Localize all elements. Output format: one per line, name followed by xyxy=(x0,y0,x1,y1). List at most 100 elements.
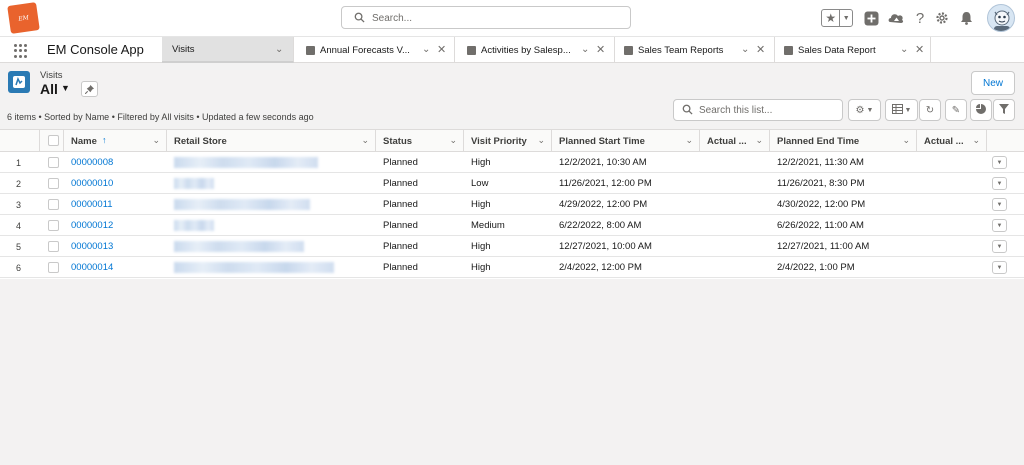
close-icon[interactable]: ✕ xyxy=(437,43,446,56)
redacted-retail-store xyxy=(174,178,214,189)
column-header-planned-start-time[interactable]: Planned Start Time ⌄ xyxy=(552,130,700,152)
close-icon[interactable]: ✕ xyxy=(915,43,924,56)
row-actions-dropdown[interactable]: ▼ xyxy=(992,240,1007,253)
global-search-input[interactable] xyxy=(370,10,620,26)
list-view-selector[interactable]: All xyxy=(40,81,58,97)
close-icon[interactable]: ✕ xyxy=(756,43,765,56)
charts-button[interactable] xyxy=(970,99,992,121)
list-view-info: 6 items • Sorted by Name • Filtered by A… xyxy=(7,112,314,122)
row-actions-dropdown[interactable]: ▼ xyxy=(992,177,1007,190)
row-number: 1 xyxy=(16,158,22,168)
tab-label: Sales Team Reports xyxy=(638,44,724,56)
report-icon xyxy=(784,45,793,55)
chevron-down-icon[interactable]: ⌄ xyxy=(275,44,283,55)
refresh-icon: ↻ xyxy=(925,104,935,116)
planned-start-cell: 4/29/2022, 12:00 PM xyxy=(559,199,648,210)
column-header-planned-end-time[interactable]: Planned End Time ⌄ xyxy=(770,130,917,152)
table-row[interactable]: 5 00000013 Planned High 12/27/2021, 10:0… xyxy=(0,236,1024,257)
chevron-down-icon[interactable]: ⌄ xyxy=(152,135,160,146)
new-button[interactable]: New xyxy=(971,71,1015,95)
global-search[interactable] xyxy=(341,6,631,29)
table-icon xyxy=(891,103,903,117)
visit-name-link[interactable]: 00000011 xyxy=(71,194,113,215)
chevron-down-icon[interactable]: ▼ xyxy=(840,10,852,26)
table-row[interactable]: 6 00000014 Planned High 2/4/2022, 12:00 … xyxy=(0,257,1024,278)
caret-down-icon[interactable]: ▼ xyxy=(61,83,70,93)
chevron-down-icon[interactable]: ⌄ xyxy=(537,135,545,146)
row-actions-dropdown[interactable]: ▼ xyxy=(992,198,1007,211)
visit-name-link[interactable]: 00000014 xyxy=(71,257,113,278)
tab-annual-forecasts[interactable]: Annual Forecasts V... ⌄ ✕ xyxy=(295,37,455,63)
tab-activities-by-salesperson[interactable]: Activities by Salesp... ⌄ ✕ xyxy=(456,37,615,63)
planned-end-cell: 2/4/2022, 1:00 PM xyxy=(777,262,855,273)
refresh-button[interactable]: ↻ xyxy=(919,99,941,121)
row-actions-dropdown[interactable]: ▼ xyxy=(992,261,1007,274)
notifications-bell-icon[interactable] xyxy=(957,9,975,27)
list-search-input[interactable] xyxy=(697,103,837,118)
chevron-down-icon[interactable]: ⌄ xyxy=(902,135,910,146)
org-logo[interactable]: EM xyxy=(7,2,40,34)
visit-name-link[interactable]: 00000012 xyxy=(71,215,113,236)
column-header-name[interactable]: Name ↑ ⌄ xyxy=(64,130,167,152)
filter-button[interactable] xyxy=(993,99,1015,121)
table-row[interactable]: 4 00000012 Planned Medium 6/22/2022, 8:0… xyxy=(0,215,1024,236)
trailhead-icon[interactable] xyxy=(887,9,905,27)
pie-chart-icon xyxy=(976,103,986,117)
row-checkbox[interactable] xyxy=(48,262,59,273)
redacted-retail-store xyxy=(174,220,214,231)
table-row[interactable]: 2 00000010 Planned Low 11/26/2021, 12:00… xyxy=(0,173,1024,194)
help-icon[interactable]: ? xyxy=(911,9,929,27)
row-checkbox[interactable] xyxy=(48,157,59,168)
chevron-down-icon[interactable]: ⌄ xyxy=(685,135,693,146)
chevron-down-icon[interactable]: ⌄ xyxy=(741,44,749,55)
chevron-down-icon: ▼ xyxy=(866,106,874,114)
column-header-visit-priority[interactable]: Visit Priority ⌄ xyxy=(464,130,552,152)
column-header-actual-end-time[interactable]: Actual ... ⌄ xyxy=(917,130,987,152)
edit-list-button[interactable]: ✎ xyxy=(945,99,967,121)
caret-down-icon: ▼ xyxy=(996,159,1003,166)
row-checkbox[interactable] xyxy=(48,178,59,189)
chevron-down-icon[interactable]: ⌄ xyxy=(581,44,589,55)
row-actions-dropdown[interactable]: ▼ xyxy=(992,219,1007,232)
tab-visits[interactable]: Visits ⌄ xyxy=(162,37,294,63)
select-all-checkbox[interactable] xyxy=(48,135,59,146)
column-header-actual-start-time[interactable]: Actual ... ⌄ xyxy=(700,130,770,152)
column-header-retail-store[interactable]: Retail Store ⌄ xyxy=(167,130,376,152)
chevron-down-icon[interactable]: ⌄ xyxy=(972,135,980,146)
visit-name-link[interactable]: 00000008 xyxy=(71,152,113,173)
row-checkbox[interactable] xyxy=(48,220,59,231)
chevron-down-icon[interactable]: ⌄ xyxy=(900,44,908,55)
column-header-status[interactable]: Status ⌄ xyxy=(376,130,464,152)
chevron-down-icon[interactable]: ⌄ xyxy=(755,135,763,146)
chevron-down-icon[interactable]: ⌄ xyxy=(422,44,430,55)
redacted-retail-store xyxy=(174,262,334,273)
column-label: Status xyxy=(383,136,413,147)
visit-name-link[interactable]: 00000013 xyxy=(71,236,113,257)
caret-down-icon: ▼ xyxy=(996,201,1003,208)
tab-label: Activities by Salesp... xyxy=(481,44,571,56)
row-checkbox[interactable] xyxy=(48,199,59,210)
table-row[interactable]: 1 00000008 Planned High 12/2/2021, 10:30… xyxy=(0,152,1024,173)
display-as-button[interactable]: ▼ xyxy=(885,99,918,121)
star-icon[interactable]: ★ xyxy=(822,10,841,26)
chevron-down-icon[interactable]: ⌄ xyxy=(449,135,457,146)
close-icon[interactable]: ✕ xyxy=(596,43,605,56)
pin-icon[interactable] xyxy=(81,81,98,97)
list-settings-button[interactable]: ⚙ ▼ xyxy=(848,99,881,121)
tab-sales-team-reports[interactable]: Sales Team Reports ⌄ ✕ xyxy=(616,37,775,63)
chevron-down-icon[interactable]: ⌄ xyxy=(361,135,369,146)
row-number: 2 xyxy=(16,179,22,189)
list-search[interactable] xyxy=(673,99,843,121)
status-cell: Planned xyxy=(383,241,418,252)
avatar[interactable] xyxy=(987,4,1015,32)
gear-icon[interactable] xyxy=(933,9,951,27)
row-actions-dropdown[interactable]: ▼ xyxy=(992,156,1007,169)
tab-sales-data-report[interactable]: Sales Data Report ⌄ ✕ xyxy=(776,37,931,63)
add-icon[interactable] xyxy=(862,9,880,27)
tab-label: Visits xyxy=(172,43,195,55)
favorites-group[interactable]: ★ ▼ xyxy=(821,9,853,27)
app-launcher-icon[interactable] xyxy=(14,44,28,58)
row-checkbox[interactable] xyxy=(48,241,59,252)
visit-name-link[interactable]: 00000010 xyxy=(71,173,113,194)
table-row[interactable]: 3 00000011 Planned High 4/29/2022, 12:00… xyxy=(0,194,1024,215)
